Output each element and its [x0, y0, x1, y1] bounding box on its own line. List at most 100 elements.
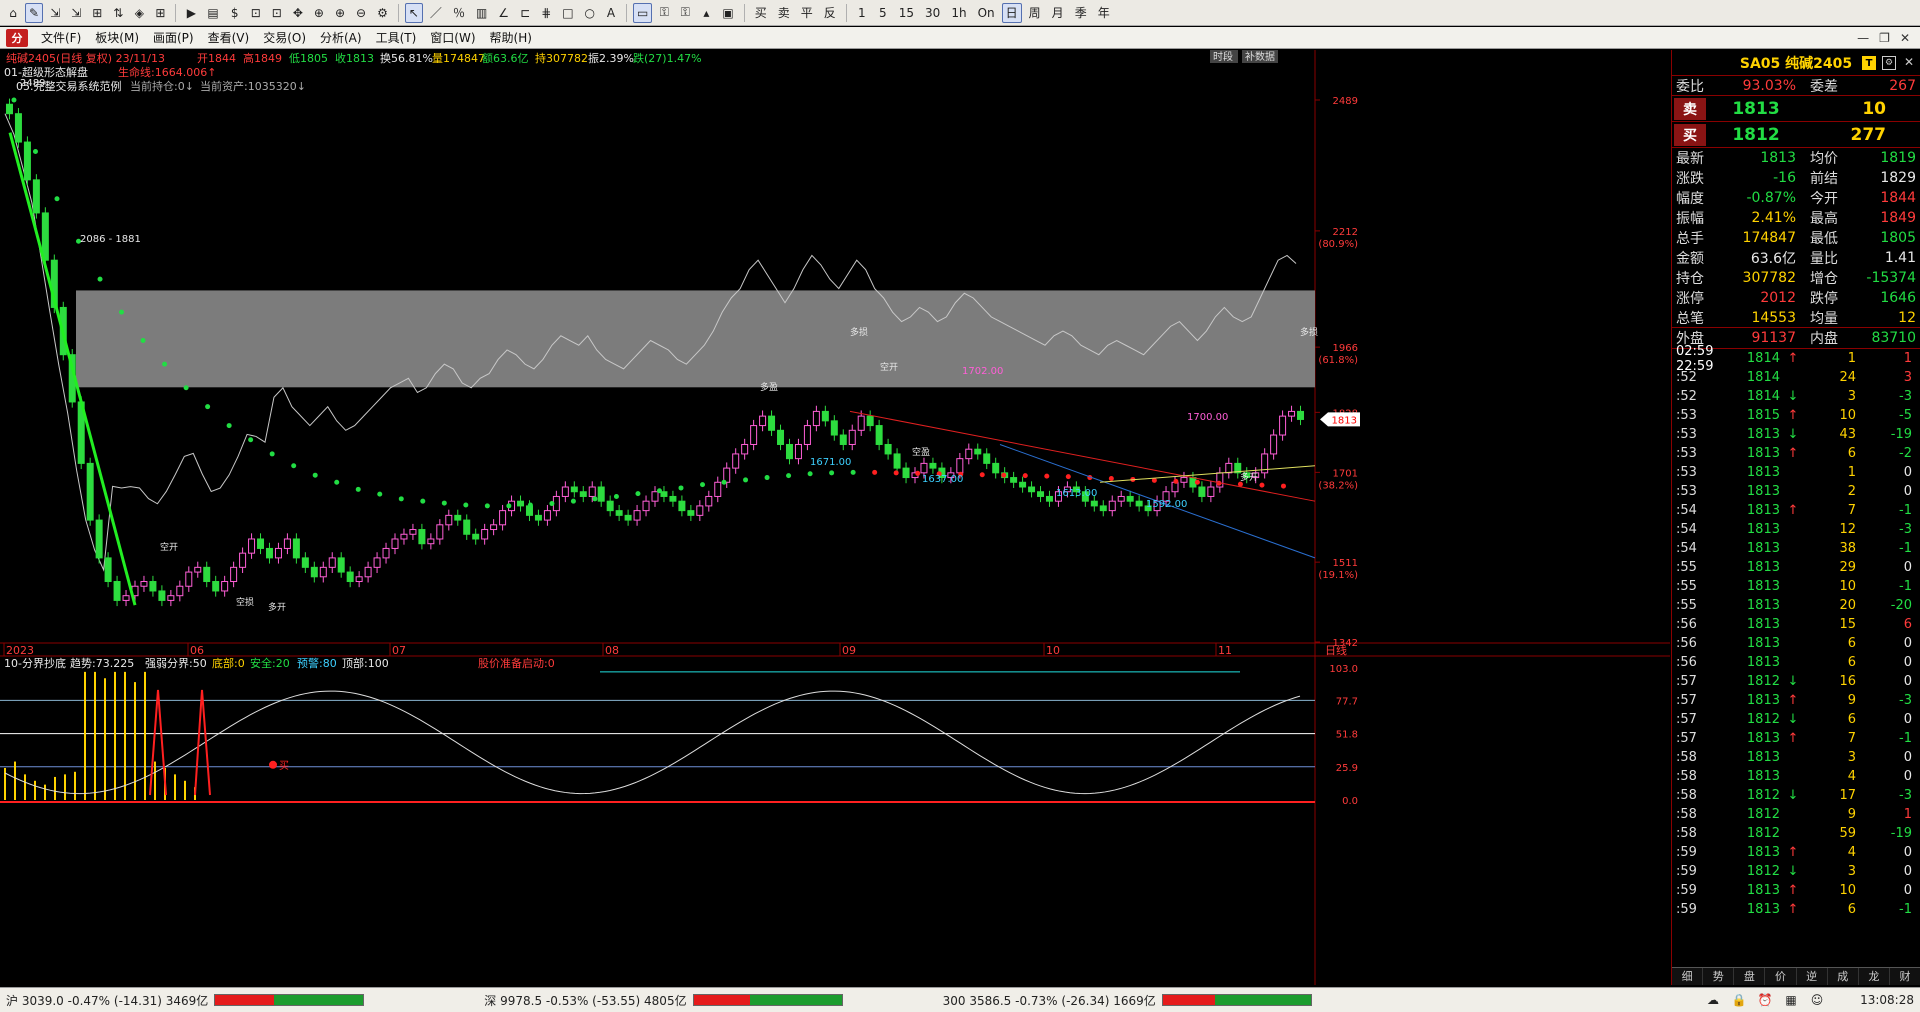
- trade-button[interactable]: 买: [751, 3, 771, 23]
- toolbar-tool-icon[interactable]: ▥: [472, 3, 491, 23]
- period-button[interactable]: 5: [874, 3, 892, 23]
- candle-body: [579, 491, 587, 497]
- candle-body: [920, 462, 928, 474]
- menu-bar: 分 文件(F) 板块(M) 画面(P) 查看(V) 交易(O) 分析(A) 工具(T) 窗口(…: [0, 27, 1920, 49]
- toolbar-tool-icon[interactable]: ⇲: [46, 3, 64, 23]
- settings-icon[interactable]: ⚙: [1882, 56, 1896, 70]
- toolbar-tool-icon[interactable]: ⌂: [4, 3, 22, 23]
- toolbar-tool-icon[interactable]: ％: [449, 3, 469, 23]
- toolbar-tool-icon[interactable]: ⊕: [331, 3, 349, 23]
- menu-item[interactable]: 分析(A): [313, 29, 369, 46]
- quote-tab[interactable]: 龙: [1859, 968, 1890, 985]
- user-icon[interactable]: ☺: [1809, 992, 1825, 1008]
- candle-body: [230, 566, 238, 583]
- candle-body: [902, 467, 910, 479]
- tick-trade-list[interactable]: 02:59 22:59 1814 ↑ 1 1:52 1814 24 3:52 1814 ↓ 3 -3:…: [1672, 344, 1920, 919]
- toolbar-tool-icon[interactable]: ⊞: [88, 3, 106, 23]
- menu-item[interactable]: 画面(P): [146, 29, 201, 46]
- menu-item[interactable]: 板块(M): [88, 29, 146, 46]
- toolbar-tool-icon[interactable]: ⊖: [352, 3, 370, 23]
- quote-tab[interactable]: 财: [1890, 968, 1920, 985]
- life-line-dot: [119, 309, 125, 315]
- restore-icon[interactable]: ❐: [1879, 31, 1890, 45]
- toolbar-tool-icon[interactable]: ⊡: [247, 3, 265, 23]
- toolbar-tool-icon[interactable]: ⚿: [655, 3, 673, 23]
- quote-tab[interactable]: 成: [1828, 968, 1859, 985]
- toolbar-tool-icon[interactable]: ⋕: [537, 3, 555, 23]
- trade-button[interactable]: 平: [797, 3, 817, 23]
- toolbar-tool-icon[interactable]: ✎: [25, 2, 44, 23]
- close-icon[interactable]: ✕: [1904, 55, 1914, 69]
- main-chart-area[interactable]: 纯碱2405(日线 复权) 23/11/13 开1844 高1849 低1805 收18…: [0, 50, 1670, 985]
- toolbar-tool-icon[interactable]: ○: [581, 3, 599, 23]
- period-button[interactable]: 年: [1094, 3, 1114, 23]
- period-button[interactable]: 30: [921, 3, 944, 23]
- trade-button[interactable]: 卖: [774, 3, 794, 23]
- toolbar-tool-icon[interactable]: $: [226, 3, 244, 23]
- hs300-index[interactable]: 300 3586.5 -0.73% (-26.34) 1669亿: [943, 992, 1312, 1009]
- period-button[interactable]: 15: [895, 3, 918, 23]
- toolbar-tool-icon[interactable]: ∠: [494, 3, 513, 23]
- toolbar-tool-icon[interactable]: ▶: [182, 3, 200, 23]
- trade-row: :56 1813 15 6: [1676, 617, 1912, 632]
- minimize-icon[interactable]: —: [1857, 31, 1869, 45]
- toolbar-tool-icon[interactable]: □: [558, 3, 577, 23]
- trade-button[interactable]: 反: [820, 3, 840, 23]
- menu-item[interactable]: 工具(T): [369, 29, 424, 46]
- candle-body: [777, 429, 785, 445]
- life-line-dot: [592, 496, 598, 502]
- quote-tab[interactable]: 势: [1703, 968, 1735, 985]
- toolbar-tool-icon[interactable]: ⚙: [373, 3, 392, 23]
- toolbar-tool-icon[interactable]: ◈: [130, 3, 148, 23]
- life-line-dot: [979, 472, 985, 478]
- period-button[interactable]: 1: [853, 3, 871, 23]
- period-button[interactable]: On: [974, 3, 999, 23]
- menu-item[interactable]: 查看(V): [201, 29, 257, 46]
- period-button[interactable]: 季: [1071, 3, 1091, 23]
- sell-row[interactable]: 卖 1813 10: [1672, 96, 1920, 122]
- toolbar-tool-icon[interactable]: ⊏: [516, 3, 534, 23]
- toolbar-tool-icon[interactable]: ▣: [718, 3, 737, 23]
- quote-title: SA05 纯碱2405: [1739, 55, 1853, 72]
- alarm-icon[interactable]: ⏰: [1757, 992, 1773, 1008]
- period-button[interactable]: 月: [1048, 3, 1068, 23]
- sz-index[interactable]: 深 9978.5 -0.53% (-53.55) 4805亿: [484, 992, 843, 1009]
- lock-icon[interactable]: 🔒: [1731, 992, 1747, 1008]
- candle-body: [113, 581, 121, 601]
- candle-body: [534, 514, 542, 521]
- life-line-dot: [463, 502, 469, 508]
- menu-item[interactable]: 文件(F): [34, 29, 88, 46]
- toolbar-tool-icon[interactable]: ／: [426, 3, 446, 23]
- toolbar-tool-icon[interactable]: ⇲: [67, 3, 85, 23]
- buy-row[interactable]: 买 1812 277: [1672, 122, 1920, 148]
- toolbar-tool-icon[interactable]: ▭: [633, 2, 653, 23]
- toolbar-tool-icon[interactable]: ▤: [203, 3, 222, 23]
- chart-icon[interactable]: ▦: [1783, 992, 1799, 1008]
- toolbar-tool-icon[interactable]: ⇅: [109, 3, 127, 23]
- candle-body: [794, 443, 802, 460]
- toolbar-tool-icon[interactable]: ✥: [289, 3, 307, 23]
- font-toggle-icon[interactable]: T: [1862, 56, 1876, 70]
- cloud-icon[interactable]: ☁: [1705, 992, 1721, 1008]
- sh-index[interactable]: 沪 3039.0 -0.47% (-14.31) 3469亿: [6, 992, 365, 1009]
- toolbar-tool-icon[interactable]: ⊡: [268, 3, 286, 23]
- toolbar-tool-icon[interactable]: ⊕: [310, 3, 328, 23]
- period-button[interactable]: 日: [1001, 2, 1022, 23]
- toolbar-tool-icon[interactable]: ⚿: [676, 3, 694, 23]
- toolbar-tool-icon[interactable]: ⊞: [151, 3, 169, 23]
- quote-tab[interactable]: 价: [1765, 968, 1797, 985]
- period-button[interactable]: 周: [1025, 3, 1045, 23]
- period-button[interactable]: 1h: [947, 3, 970, 23]
- quote-tab[interactable]: 逆: [1797, 968, 1828, 985]
- menu-item[interactable]: 交易(O): [256, 29, 313, 46]
- toolbar-tool-icon[interactable]: A: [602, 3, 620, 23]
- menu-item[interactable]: 窗口(W): [423, 29, 482, 46]
- quote-tab[interactable]: 细: [1672, 968, 1704, 985]
- trade-row: :58 1813 3 0: [1676, 750, 1912, 765]
- toolbar-tool-icon[interactable]: ↖: [404, 2, 423, 23]
- menu-item[interactable]: 帮助(H): [483, 29, 539, 46]
- toolbar-tool-icon[interactable]: ▴: [697, 3, 715, 23]
- quote-tab[interactable]: 盘: [1734, 968, 1766, 985]
- y-pct-label: (38.2%): [1318, 480, 1358, 491]
- close-window-icon[interactable]: ✕: [1900, 31, 1910, 45]
